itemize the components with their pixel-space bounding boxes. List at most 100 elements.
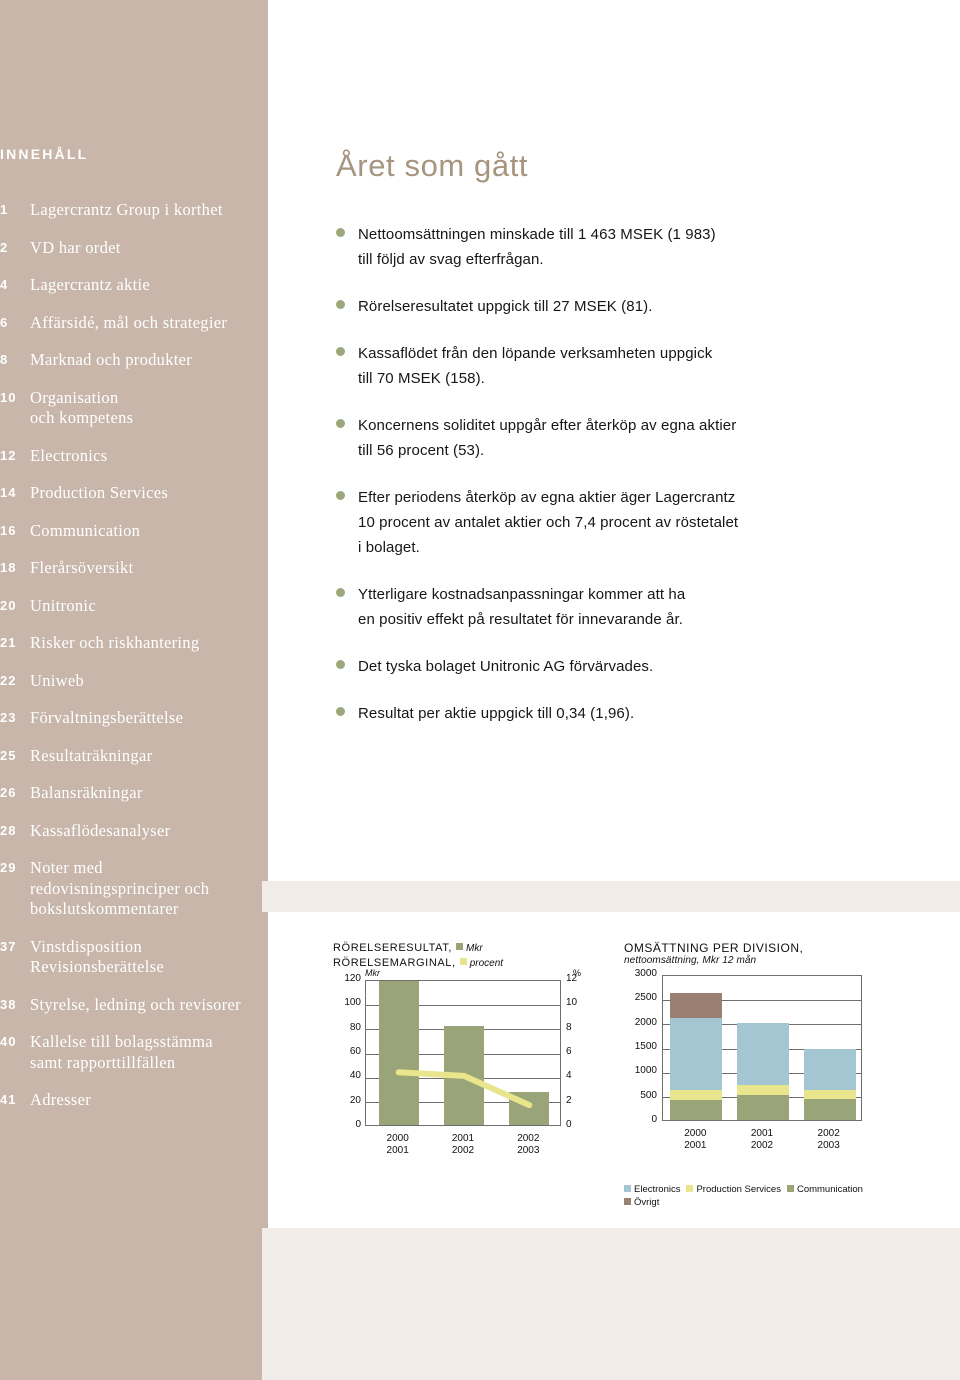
highlight-item: Resultat per aktie uppgick till 0,34 (1,…	[336, 701, 916, 726]
chart2-bar-segment	[670, 1100, 723, 1120]
toc-item-page-number: 14	[0, 485, 17, 500]
toc-item-10[interactable]: 10 Organisation och kompetens	[0, 388, 268, 429]
chart2-bar-segment	[737, 1084, 789, 1096]
chart1-ytick-left: 60	[349, 1046, 361, 1057]
toc-item-40[interactable]: 40 Kallelse till bolagsstämma samt rappor…	[0, 1032, 268, 1073]
toc-item-14[interactable]: 14 Production Services	[0, 483, 268, 504]
bullet-dot-icon	[336, 491, 345, 500]
chart1-ytick-left: 0	[355, 1119, 361, 1130]
toc-item-26[interactable]: 26 Balansräkningar	[0, 783, 268, 804]
toc-item-label: Unitronic	[30, 595, 96, 615]
chart2-bar-segment	[737, 1022, 789, 1085]
chart1-legend-swatch-procent	[459, 958, 467, 965]
chart2-ytick: 0	[651, 1114, 657, 1125]
chart2-subtitle: nettoomsättning, Mkr 12 mån	[624, 955, 757, 966]
toc-item-16[interactable]: 16 Communication	[0, 521, 268, 542]
highlight-text: Kassaflödet från den löpande verksamhete…	[358, 345, 713, 387]
chart2-bar-segment	[803, 1089, 856, 1099]
highlight-item: Det tyska bolaget Unitronic AG förvärvad…	[336, 654, 916, 679]
chart1-title-line1: RÖRELSERESULTAT,	[333, 942, 453, 954]
highlight-text: Rörelseresultatet uppgick till 27 MSEK (…	[358, 298, 653, 315]
toc-item-label: Adresser	[30, 1090, 92, 1109]
chart1-xtick: 2002 2003	[517, 1133, 540, 1156]
chart2-legend-label: Electronics	[634, 1184, 681, 1195]
chart2-legend-swatch	[624, 1185, 631, 1192]
chart1-legend-swatch-mkr	[456, 943, 464, 950]
toc-list: 1 Lagercrantz Group i korthet 2 VD har orde…	[0, 200, 268, 1128]
toc-item-label: Resultaträkningar	[30, 745, 153, 765]
toc-item-37[interactable]: 37 Vinstdisposition Revisionsberättelse	[0, 937, 268, 978]
toc-item-23[interactable]: 23 Förvaltningsberättelse	[0, 708, 268, 729]
toc-item-label: VD har ordet	[30, 237, 121, 257]
chart1-plot-area: Mkr% 0 0 20 2 40 4 60 6 80 8 100 10 120 12 2000 2001 200…	[333, 968, 595, 1162]
highlight-text: Koncernens soliditet uppgår efter återkö…	[358, 417, 737, 459]
toc-item-28[interactable]: 28 Kassaflödesanalyser	[0, 821, 268, 842]
toc-item-label: Noter med redovisningsprinciper och boks…	[30, 858, 210, 918]
chart1-plot	[365, 980, 561, 1126]
chart2-legend-label: Production Services	[696, 1184, 781, 1195]
toc-item-page-number: 37	[0, 938, 17, 954]
highlight-text: Nettoomsättningen minskade till 1 463 MS…	[358, 226, 716, 268]
bullet-dot-icon	[336, 419, 345, 428]
toc-item-25[interactable]: 25 Resultaträkningar	[0, 746, 268, 767]
toc-item-18[interactable]: 18 Flerårsöversikt	[0, 558, 268, 579]
chart2-legend-item: Electronics	[624, 1184, 680, 1195]
toc-item-label: Styrelse, ledning och revisorer	[30, 994, 241, 1014]
chart1-ytick-left: 40	[349, 1070, 361, 1082]
chart2-legend-swatch	[686, 1185, 694, 1192]
chart2-legend-swatch	[786, 1185, 794, 1192]
toc-item-page-number: 10	[0, 389, 17, 405]
toc-item-label: Förvaltningsberättelse	[30, 708, 184, 727]
toc-item-page-number: 1	[0, 202, 9, 217]
toc-item-label: Communication	[30, 520, 141, 540]
toc-item-label: Uniweb	[30, 670, 85, 690]
chart1-ytick-left: 100	[344, 997, 361, 1009]
toc-item-page-number: 12	[0, 447, 17, 463]
toc-item-label: Marknad och produkter	[30, 350, 193, 369]
toc-item-page-number: 20	[0, 597, 17, 613]
toc-item-label: Kallelse till bolagsstämma samt rapportt…	[30, 1032, 213, 1072]
toc-item-label: Electronics	[30, 445, 108, 465]
bullet-dot-icon	[336, 660, 345, 669]
bullet-dot-icon	[336, 707, 345, 716]
bullet-dot-icon	[336, 588, 345, 597]
highlight-item: Efter periodens återköp av egna aktier ä…	[336, 485, 916, 560]
toc-item-12[interactable]: 12 Electronics	[0, 446, 268, 467]
toc-item-22[interactable]: 22 Uniweb	[0, 671, 268, 692]
toc-item-1[interactable]: 1 Lagercrantz Group i korthet	[0, 200, 268, 221]
chart1-legend-label-procent: procent	[469, 958, 504, 969]
toc-item-20[interactable]: 20 Unitronic	[0, 596, 268, 617]
chart2-ytick: 3000	[634, 968, 657, 979]
toc-item-page-number: 21	[0, 635, 17, 650]
chart2-xtick: 2000 2001	[684, 1128, 707, 1151]
toc-item-page-number: 4	[0, 277, 9, 292]
chart2-bar-segment	[670, 993, 723, 1018]
toc-item-label: Lagercrantz Group i korthet	[30, 200, 223, 219]
chart2-plot	[662, 975, 862, 1121]
chart1-ytick-left: 20	[349, 1094, 361, 1106]
chart2-legend-label: Övrigt	[634, 1197, 660, 1208]
toc-item-2[interactable]: 2 VD har ordet	[0, 238, 268, 259]
toc-item-6[interactable]: 6 Affärsidé, mål och strategier	[0, 313, 268, 334]
toc-item-21[interactable]: 21 Risker och riskhantering	[0, 633, 268, 654]
toc-item-label: Organisation och kompetens	[30, 387, 134, 428]
toc-item-page-number: 28	[0, 822, 17, 838]
chart2-ytick: 2000	[634, 1016, 657, 1028]
toc-item-38[interactable]: 38 Styrelse, ledning och revisorer	[0, 995, 268, 1016]
toc-item-label: Flerårsöversikt	[30, 558, 134, 577]
chart2-legend-swatch	[624, 1198, 631, 1205]
decorative-band-middle	[262, 881, 960, 912]
toc-item-41[interactable]: 41 Adresser	[0, 1090, 268, 1111]
chart2-xtick: 2002 2003	[817, 1128, 840, 1151]
toc-item-page-number: 8	[0, 352, 9, 367]
toc-item-29[interactable]: 29 Noter med redovisningsprinciper och bo…	[0, 858, 268, 920]
decorative-band-bottom	[262, 1228, 960, 1380]
toc-item-4[interactable]: 4 Lagercrantz aktie	[0, 275, 268, 296]
toc-item-8[interactable]: 8 Marknad och produkter	[0, 350, 268, 371]
chart1-title: RÖRELSERESULTAT, Mkr RÖRELSEMARGINAL, proc…	[333, 941, 595, 971]
highlight-text: Efter periodens återköp av egna aktier ä…	[358, 489, 739, 556]
toc-item-page-number: 40	[0, 1034, 17, 1049]
toc-item-page-number: 41	[0, 1092, 17, 1107]
toc-item-page-number: 22	[0, 672, 17, 688]
chart2-legend: Electronics Production Services Communicat…	[624, 1183, 894, 1209]
